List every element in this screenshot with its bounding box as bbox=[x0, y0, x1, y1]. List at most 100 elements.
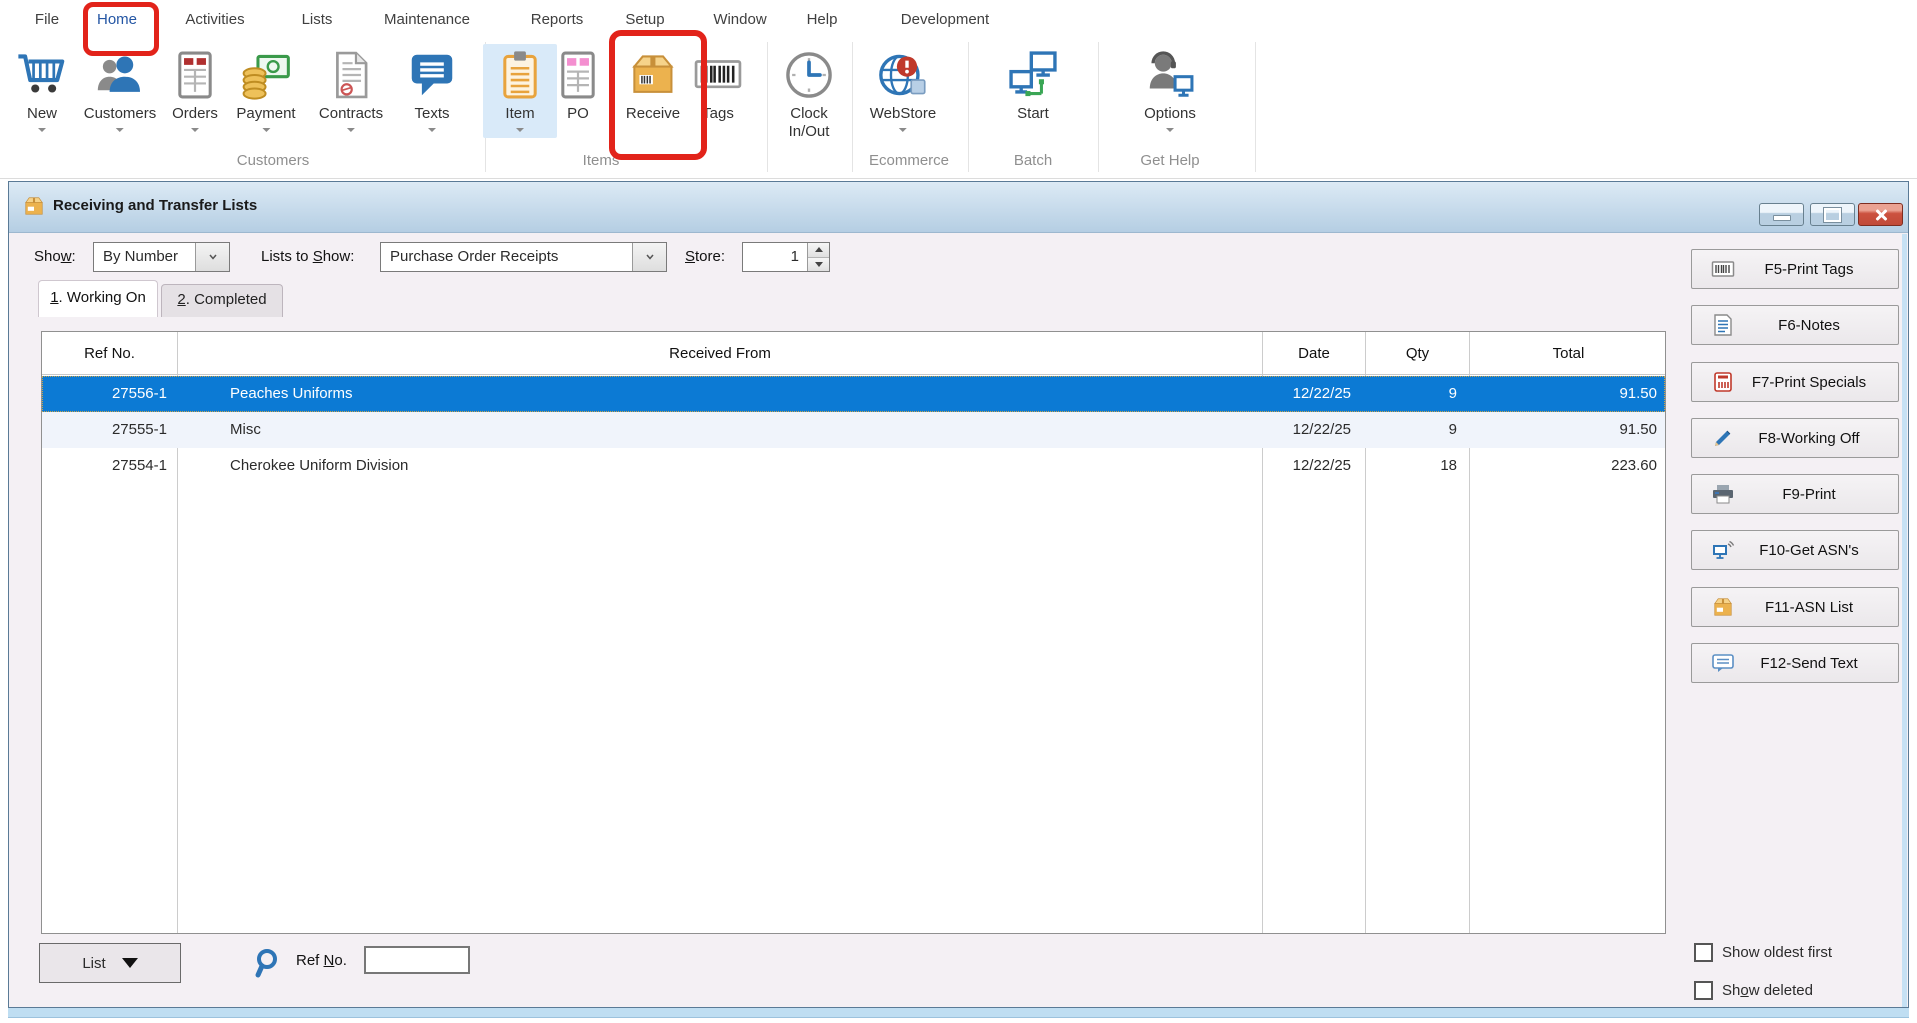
checkbox-label: Show deleted bbox=[1722, 982, 1813, 999]
table-row[interactable]: 27555-1 Misc 12/22/25 9 91.50 bbox=[42, 412, 1665, 448]
show-dropdown[interactable]: By Number bbox=[93, 242, 230, 272]
ribbon-po-button[interactable]: PO bbox=[551, 46, 605, 122]
monitor-wifi-icon bbox=[1710, 539, 1736, 561]
ribbon-options-button[interactable]: Options bbox=[1143, 46, 1197, 132]
menu-lists[interactable]: Lists bbox=[302, 11, 333, 28]
action-button-label: F10-Get ASN's bbox=[1736, 542, 1892, 559]
menu-maintenance[interactable]: Maintenance bbox=[384, 11, 470, 28]
table-row[interactable]: 27554-1 Cherokee Uniform Division 12/22/… bbox=[42, 448, 1665, 484]
action-button-label: F8-Working Off bbox=[1736, 430, 1892, 447]
action-button-label: F11-ASN List bbox=[1736, 599, 1892, 616]
cell-total: 91.50 bbox=[1470, 412, 1667, 448]
minimize-button[interactable] bbox=[1759, 203, 1804, 226]
contract-icon bbox=[324, 46, 378, 102]
list-menu-button[interactable]: List bbox=[39, 943, 181, 983]
printer-icon bbox=[1710, 483, 1736, 505]
show-deleted-option[interactable]: Show deleted bbox=[1694, 981, 1813, 1000]
ribbon-customers-button[interactable]: Customers bbox=[84, 46, 157, 132]
ribbon-payment-button[interactable]: Payment bbox=[236, 46, 295, 132]
cell-total: 91.50 bbox=[1470, 376, 1667, 412]
cell-qty: 9 bbox=[1366, 376, 1469, 412]
ribbon-receive-button[interactable]: Receive bbox=[626, 46, 680, 122]
f6-notes-button[interactable]: F6-Notes bbox=[1691, 305, 1899, 345]
header-qty: Qty bbox=[1366, 332, 1469, 375]
f12-send-text-button[interactable]: F12-Send Text bbox=[1691, 643, 1899, 683]
tab-working-on[interactable]: 1. Working On bbox=[38, 280, 158, 317]
chevron-down-icon bbox=[195, 243, 229, 271]
menu-help[interactable]: Help bbox=[807, 11, 838, 28]
ribbon-item-button[interactable]: Item bbox=[483, 44, 557, 138]
ribbon-group-ecommerce: Ecommerce bbox=[869, 152, 949, 169]
ribbon-clock-button[interactable]: Clock In/Out bbox=[779, 46, 839, 141]
print-specials-icon bbox=[1710, 371, 1736, 393]
menu-window[interactable]: Window bbox=[713, 11, 766, 28]
spinner-down-button[interactable] bbox=[808, 257, 829, 272]
window-frame-bottom bbox=[8, 1008, 1909, 1018]
ribbon-webstore-button[interactable]: WebStore bbox=[870, 46, 936, 132]
chevron-down-icon bbox=[116, 128, 124, 132]
table-row[interactable]: 27556-1 Peaches Uniforms 12/22/25 9 91.5… bbox=[42, 376, 1665, 412]
ribbon-start-button[interactable]: Start bbox=[1006, 46, 1060, 122]
menu-activities[interactable]: Activities bbox=[185, 11, 244, 28]
ribbon-button-label: Payment bbox=[236, 105, 295, 122]
application-root: File Home Activities Lists Maintenance R… bbox=[0, 0, 1917, 1023]
ribbon-button-label: Options bbox=[1144, 105, 1196, 122]
barcode-icon bbox=[1710, 258, 1736, 280]
menu-reports[interactable]: Reports bbox=[531, 11, 584, 28]
menu-file[interactable]: File bbox=[35, 11, 59, 28]
action-button-label: F6-Notes bbox=[1736, 317, 1892, 334]
f5-print-tags-button[interactable]: F5-Print Tags bbox=[1691, 249, 1899, 289]
box-icon bbox=[1710, 596, 1736, 618]
spinner-up-button[interactable] bbox=[808, 243, 829, 257]
cell-qty: 18 bbox=[1366, 448, 1469, 484]
ribbon-new-button[interactable]: New bbox=[15, 46, 69, 132]
checkbox-icon[interactable] bbox=[1694, 981, 1713, 1000]
menu-development[interactable]: Development bbox=[901, 11, 989, 28]
ribbon-texts-button[interactable]: Texts bbox=[405, 46, 459, 132]
triangle-down-icon bbox=[122, 958, 138, 968]
cell-total: 223.60 bbox=[1470, 448, 1667, 484]
f8-working-off-button[interactable]: F8-Working Off bbox=[1691, 418, 1899, 458]
show-label: Show: bbox=[34, 248, 76, 265]
speech-bubble-icon bbox=[405, 46, 459, 102]
f7-print-specials-button[interactable]: F7-Print Specials bbox=[1691, 362, 1899, 402]
action-button-label: F7-Print Specials bbox=[1736, 374, 1892, 391]
tab-completed[interactable]: 2. Completed bbox=[161, 284, 283, 317]
menu-home[interactable]: Home bbox=[97, 11, 137, 28]
f9-print-button[interactable]: F9-Print bbox=[1691, 474, 1899, 514]
pencil-icon bbox=[1710, 427, 1736, 449]
action-button-label: F9-Print bbox=[1736, 486, 1892, 503]
f11-asn-list-button[interactable]: F11-ASN List bbox=[1691, 587, 1899, 627]
close-icon bbox=[1874, 209, 1888, 221]
menu-setup[interactable]: Setup bbox=[625, 11, 664, 28]
ribbon-button-label: WebStore bbox=[870, 105, 936, 122]
chevron-down-icon bbox=[38, 128, 46, 132]
lists-to-show-dropdown[interactable]: Purchase Order Receipts bbox=[380, 242, 667, 272]
maximize-button[interactable] bbox=[1810, 203, 1855, 226]
ribbon-button-label: Item bbox=[505, 105, 534, 122]
chevron-down-icon bbox=[428, 128, 436, 132]
ribbon-contracts-button[interactable]: Contracts bbox=[319, 46, 383, 132]
ribbon-button-label: Start bbox=[1017, 105, 1049, 122]
checkbox-icon[interactable] bbox=[1694, 943, 1713, 962]
store-spinner[interactable]: 1 bbox=[742, 242, 830, 272]
f10-get-asns-button[interactable]: F10-Get ASN's bbox=[1691, 530, 1899, 570]
show-dropdown-value: By Number bbox=[94, 243, 195, 271]
show-oldest-first-option[interactable]: Show oldest first bbox=[1694, 943, 1832, 962]
search-icon bbox=[252, 945, 288, 985]
ribbon-separator bbox=[852, 42, 853, 172]
ribbon-group-get-help: Get Help bbox=[1140, 152, 1199, 169]
computers-icon bbox=[1006, 46, 1060, 102]
cart-icon bbox=[15, 46, 69, 102]
ribbon-orders-button[interactable]: Orders bbox=[168, 46, 222, 132]
ribbon-button-label: New bbox=[27, 105, 57, 122]
close-button[interactable] bbox=[1858, 203, 1903, 226]
cell-date: 12/22/25 bbox=[1263, 412, 1365, 448]
chevron-down-icon bbox=[516, 128, 524, 132]
ribbon-tags-button[interactable]: Tags bbox=[691, 46, 745, 122]
minimize-icon bbox=[1773, 215, 1791, 221]
header-received-from: Received From bbox=[178, 332, 1262, 375]
window-titlebar: Receiving and Transfer Lists bbox=[9, 182, 1908, 233]
ref-no-input[interactable] bbox=[364, 946, 470, 974]
send-text-icon bbox=[1710, 652, 1736, 674]
